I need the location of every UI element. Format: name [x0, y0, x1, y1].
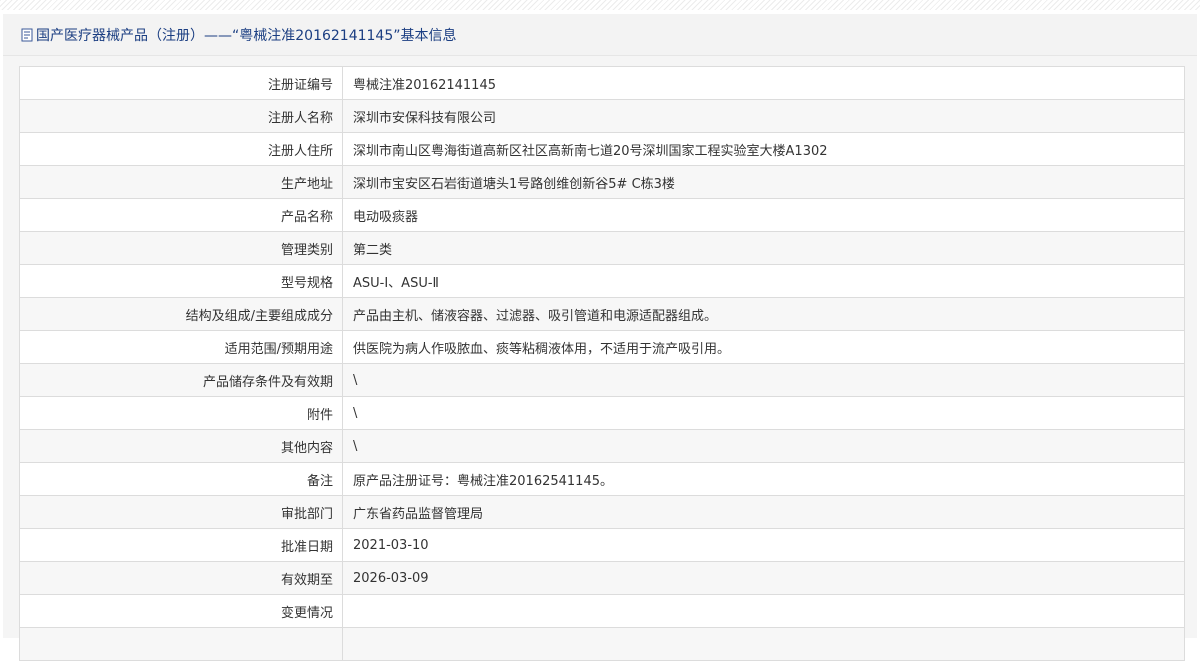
row-label: 适用范围/预期用途 — [19, 330, 343, 364]
info-table-wrapper: 注册证编号 粤械注准20162141145 注册人名称 深圳市安保科技有限公司 … — [19, 66, 1185, 661]
row-label: 备注 — [19, 462, 343, 496]
row-value: 2026-03-09 — [342, 561, 1185, 595]
row-value: 供医院为病人作吸脓血、痰等粘稠液体用，不适用于流产吸引用。 — [342, 330, 1185, 364]
row-value: 深圳市宝安区石岩街道塘头1号路创维创新谷5# C栋3楼 — [342, 165, 1185, 199]
row-value: 广东省药品监督管理局 — [342, 495, 1185, 529]
table-row: 附件 \ — [19, 396, 1185, 430]
row-value: 粤械注准20162141145 — [342, 66, 1185, 100]
table-row: 注册人名称 深圳市安保科技有限公司 — [19, 99, 1185, 133]
table-row: 型号规格 ASU-Ⅰ、ASU-Ⅱ — [19, 264, 1185, 298]
info-table: 注册证编号 粤械注准20162141145 注册人名称 深圳市安保科技有限公司 … — [19, 66, 1185, 661]
table-row: 生产地址 深圳市宝安区石岩街道塘头1号路创维创新谷5# C栋3楼 — [19, 165, 1185, 199]
row-label: 附件 — [19, 396, 343, 430]
table-row: 注册证编号 粤械注准20162141145 — [19, 66, 1185, 100]
row-label: 其他内容 — [19, 429, 343, 463]
table-row: 变更情况 — [19, 594, 1185, 628]
table-row: 备注 原产品注册证号：粤械注准20162541145。 — [19, 462, 1185, 496]
row-value: \ — [342, 396, 1185, 430]
table-row: 其他内容 \ — [19, 429, 1185, 463]
row-value: 2021-03-10 — [342, 528, 1185, 562]
table-row: 结构及组成/主要组成成分 产品由主机、储液容器、过滤器、吸引管道和电源适配器组成… — [19, 297, 1185, 331]
panel-header: 国产医疗器械产品（注册）——“粤械注准20162141145”基本信息 — [3, 14, 1197, 56]
page-title: 国产医疗器械产品（注册）——“粤械注准20162141145”基本信息 — [36, 27, 457, 44]
row-value — [342, 594, 1185, 628]
row-value: 深圳市南山区粤海街道高新区社区高新南七道20号深圳国家工程实验室大楼A1302 — [342, 132, 1185, 166]
row-label: 有效期至 — [19, 561, 343, 595]
document-icon — [21, 28, 33, 41]
row-label: 批准日期 — [19, 528, 343, 562]
row-label: 产品名称 — [19, 198, 343, 232]
row-label: 注册证编号 — [19, 66, 343, 100]
row-label: 产品储存条件及有效期 — [19, 363, 343, 397]
row-value: 产品由主机、储液容器、过滤器、吸引管道和电源适配器组成。 — [342, 297, 1185, 331]
row-value: 电动吸痰器 — [342, 198, 1185, 232]
row-label: 结构及组成/主要组成成分 — [19, 297, 343, 331]
row-label: 生产地址 — [19, 165, 343, 199]
row-value: \ — [342, 363, 1185, 397]
table-row: 审批部门 广东省药品监督管理局 — [19, 495, 1185, 529]
table-row: 注册人住所 深圳市南山区粤海街道高新区社区高新南七道20号深圳国家工程实验室大楼… — [19, 132, 1185, 166]
table-row: 适用范围/预期用途 供医院为病人作吸脓血、痰等粘稠液体用，不适用于流产吸引用。 — [19, 330, 1185, 364]
table-row: 批准日期 2021-03-10 — [19, 528, 1185, 562]
table-row: 产品储存条件及有效期 \ — [19, 363, 1185, 397]
table-row: 产品名称 电动吸痰器 — [19, 198, 1185, 232]
row-value: ASU-Ⅰ、ASU-Ⅱ — [342, 264, 1185, 298]
row-value: \ — [342, 429, 1185, 463]
row-label: 注册人住所 — [19, 132, 343, 166]
row-value: 第二类 — [342, 231, 1185, 265]
top-decorative-border — [0, 0, 1200, 10]
table-row: 管理类别 第二类 — [19, 231, 1185, 265]
row-label: 管理类别 — [19, 231, 343, 265]
table-row — [19, 627, 1185, 661]
info-panel: 国产医疗器械产品（注册）——“粤械注准20162141145”基本信息 注册证编… — [3, 14, 1197, 661]
row-label — [19, 627, 343, 661]
row-value — [342, 627, 1185, 661]
table-row: 有效期至 2026-03-09 — [19, 561, 1185, 595]
row-value: 原产品注册证号：粤械注准20162541145。 — [342, 462, 1185, 496]
row-label: 注册人名称 — [19, 99, 343, 133]
row-label: 变更情况 — [19, 594, 343, 628]
row-value: 深圳市安保科技有限公司 — [342, 99, 1185, 133]
row-label: 审批部门 — [19, 495, 343, 529]
row-label: 型号规格 — [19, 264, 343, 298]
